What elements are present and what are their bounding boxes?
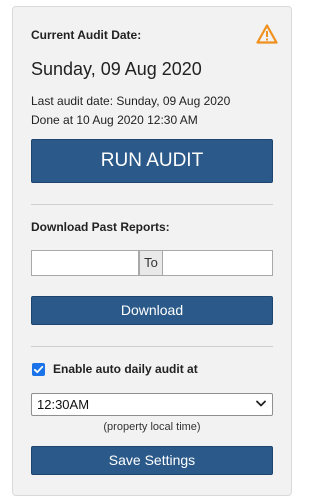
divider — [31, 204, 273, 205]
audit-time-value: 12:30AM — [37, 397, 90, 412]
audit-done-time: Done at 10 Aug 2020 12:30 AM — [31, 113, 198, 127]
audit-panel: Current Audit Date: Sunday, 09 Aug 2020 … — [12, 6, 292, 496]
audit-time-select[interactable]: 12:30AM — [31, 393, 273, 416]
to-date-input[interactable] — [163, 250, 273, 276]
date-range-group: To — [31, 250, 273, 276]
current-audit-date: Sunday, 09 Aug 2020 — [31, 59, 202, 79]
download-reports-label: Download Past Reports: — [31, 220, 170, 234]
current-audit-label: Current Audit Date: — [31, 28, 142, 42]
warning-icon[interactable] — [256, 24, 278, 44]
to-label: To — [139, 250, 163, 276]
time-hint: (property local time) — [103, 421, 201, 433]
last-audit-date: Last audit date: Sunday, 09 Aug 2020 — [31, 94, 231, 108]
chevron-down-icon — [256, 400, 266, 407]
auto-audit-label[interactable]: Enable auto daily audit at — [53, 362, 198, 376]
checkmark-icon — [33, 365, 44, 374]
save-settings-button[interactable]: Save Settings — [31, 446, 273, 475]
auto-audit-checkbox[interactable] — [32, 363, 45, 376]
download-button[interactable]: Download — [31, 296, 273, 325]
run-audit-button[interactable]: RUN AUDIT — [31, 139, 273, 183]
from-date-input[interactable] — [31, 250, 139, 276]
divider — [31, 346, 273, 347]
